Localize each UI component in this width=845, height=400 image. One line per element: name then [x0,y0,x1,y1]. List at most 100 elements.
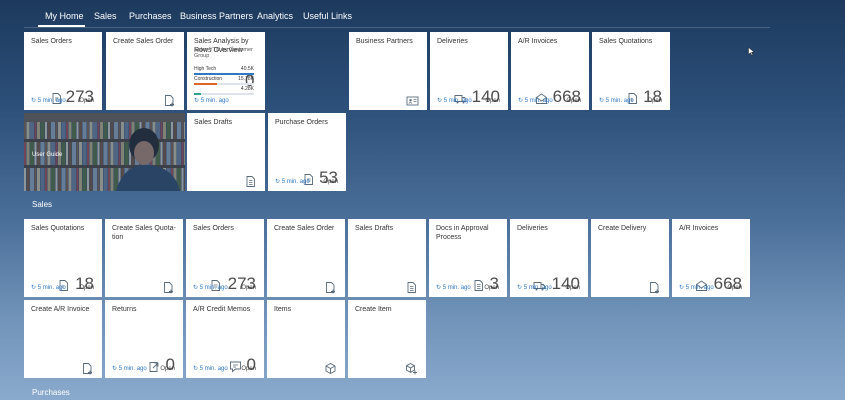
create-document-icon [163,94,176,107]
status-label: Open [565,285,580,291]
refresh-time-text: 5 min. ago [605,98,634,104]
bar-fill [194,93,201,95]
tile-ar-credit-memos[interactable]: A/R Credit Memos 0 ↻ 5 min. ago Open [186,300,264,378]
refresh-time[interactable]: ↻ 5 min. ago [518,97,553,104]
tab-my-home[interactable]: My Home [45,11,84,21]
tile-user-guide[interactable]: User Guide [24,113,185,191]
refresh-time-text: 5 min. ago [37,98,66,104]
refresh-time-text: 5 min. ago [199,366,228,372]
tile-title: Business Partners [356,38,413,45]
tile-title: Create Delivery [598,225,647,232]
tile-title: Create Sales Quota-tion [112,225,176,241]
tile-sales-drafts[interactable]: Sales Drafts [348,219,426,297]
tab-useful-links[interactable]: Useful Links [303,11,352,21]
tile-title: Deliveries [517,225,548,232]
draft-icon [405,281,418,294]
create-document-icon [648,281,661,294]
tile-ar-invoices[interactable]: A/R Invoices 668 ↻ 5 min. ago Open [672,219,750,297]
tile-sales-analysis[interactable]: Sales Analysis by Rows Overview Sales YT… [187,32,265,110]
refresh-time[interactable]: ↻ 5 min. ago [275,178,310,185]
tile-sales-drafts[interactable]: Sales Drafts [187,113,265,191]
tile-title: Deliveries [437,38,468,45]
tile-deliveries[interactable]: Deliveries 140 ↻ 5 min. ago Open [510,219,588,297]
tile-title: Sales Quotations [599,38,653,45]
tile-business-partners[interactable]: Business Partners [349,32,427,110]
bar-fill [194,73,254,75]
tile-title: Sales Orders [193,225,234,232]
section-title-sales: Sales [32,200,53,209]
tile-title: Items [274,306,292,313]
tile-create-delivery[interactable]: Create Delivery [591,219,669,297]
refresh-time[interactable]: ↻ 5 min. ago [436,284,471,291]
refresh-time[interactable]: ↻ 5 min. ago [112,365,147,372]
bar-row: High Tech 40.5K [194,66,254,76]
bar-value: 15.78K [238,76,254,82]
refresh-time[interactable]: ↻ 5 min. ago [31,284,66,291]
bar-track [194,83,254,85]
tab-purchases[interactable]: Purchases [129,11,172,21]
tile-create-item[interactable]: Create Item [348,300,426,378]
refresh-time-text: 5 min. ago [524,98,553,104]
bar-track [194,73,254,75]
tab-business-partners[interactable]: Business Partners [180,11,253,21]
tile-returns[interactable]: Returns 0 ↻ 5 min. ago Open [105,300,183,378]
status-label: Open [484,285,499,291]
refresh-time-text: 5 min. ago [118,366,147,372]
refresh-time-text: 5 min. ago [685,285,714,291]
tile-title: Returns [112,306,137,313]
refresh-time[interactable]: ↻ 5 min. ago [517,284,552,291]
tile-sales-quotations[interactable]: Sales Quotations $ 18 ↻ 5 min. ago Open [592,32,670,110]
tile-create-sales-quotation[interactable]: Create Sales Quota-tion [105,219,183,297]
tile-title: Purchase Orders [275,119,328,126]
refresh-time-text: 5 min. ago [442,285,471,291]
tile-items[interactable]: Items [267,300,345,378]
refresh-time-text: 5 min. ago [199,285,228,291]
return-icon [148,360,161,373]
tile-title: Sales Drafts [355,225,394,232]
tile-title: A/R Credit Memos [193,306,251,313]
tab-analytics[interactable]: Analytics [257,11,293,21]
tile-sales-orders[interactable]: Sales Orders 273 ↻ 5 min. ago Open [186,219,264,297]
tile-sales-orders[interactable]: Sales Orders 273 ↻ 5 min. ago Open [24,32,102,110]
tile-docs-in-approval[interactable]: Docs in Approval Process 3 ↻ 5 min. ago Ope… [429,219,507,297]
tile-title: Create Sales Order [113,38,174,45]
draft-icon [472,279,485,292]
bar-track [194,93,254,95]
tile-title: Sales Orders [31,38,72,45]
tile-create-sales-order[interactable]: Create Sales Order [267,219,345,297]
refresh-time[interactable]: ↻ 5 min. ago [679,284,714,291]
nav-divider [24,27,770,28]
refresh-time-text: 5 min. ago [523,285,552,291]
refresh-time[interactable]: ↻ 5 min. ago [599,97,634,104]
refresh-time[interactable]: ↻ 5 min. ago [193,284,228,291]
tile-ar-invoices[interactable]: A/R Invoices 668 ↻ 5 min. ago Open [511,32,589,110]
tile-purchase-orders[interactable]: Purchase Orders 53 ↻ 5 min. ago Open [268,113,346,191]
create-document-icon [81,362,94,375]
status-label: Open [727,285,742,291]
tile-title: Docs in Approval Process [436,225,489,241]
bar-value: 4.28K [240,86,254,92]
create-cube-icon [405,362,418,375]
refresh-time[interactable]: ↻ 5 min. ago [194,97,229,104]
refresh-time[interactable]: ↻ 5 min. ago [193,365,228,372]
tile-sales-quotations[interactable]: Sales Quotations $18 ↻ 5 min. ago Open [24,219,102,297]
tile-title: Sales Quotations [31,225,85,232]
refresh-time[interactable]: ↻ 5 min. ago [31,97,66,104]
refresh-time[interactable]: ↻ 5 min. ago [437,97,472,104]
tile-create-sales-order[interactable]: Create Sales Order [106,32,184,110]
tile-create-ar-invoice[interactable]: Create A/R Invoice [24,300,102,378]
top-navigation: My Home Sales Purchases Business Partner… [0,0,845,30]
tile-title: Create Sales Order [274,225,335,232]
tile-deliveries[interactable]: Deliveries 140 ↻ 5 min. ago Open [430,32,508,110]
status-label: Open [79,285,94,291]
refresh-time-text: 5 min. ago [200,98,229,104]
tab-sales[interactable]: Sales [94,11,117,21]
memo-icon [229,360,242,373]
tile-title: Create Item [355,306,392,313]
status-label: Open [566,98,581,104]
tile-title: User Guide [32,152,63,158]
section-title-purchases: Purchases [32,388,70,397]
tile-subtitle: Sales YTD by Customer Group [194,47,253,59]
contact-card-icon [406,94,419,107]
status-label: Open [647,98,662,104]
